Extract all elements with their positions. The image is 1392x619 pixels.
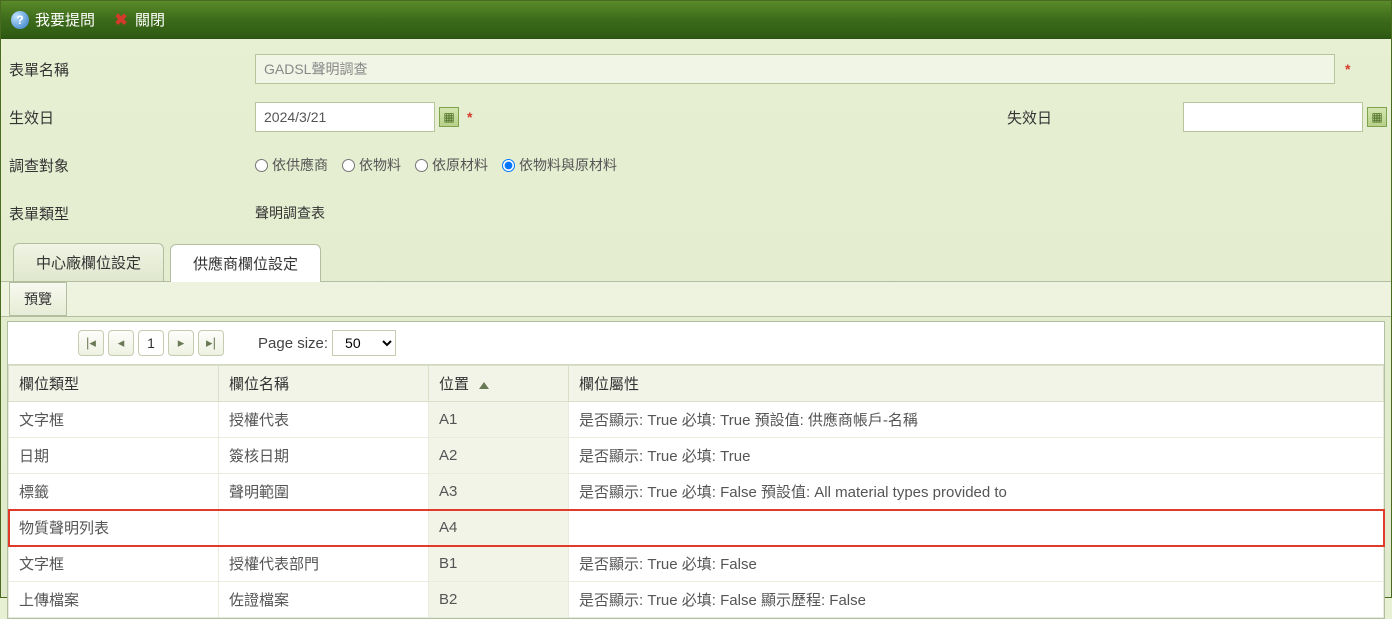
target-label: 調查對象 xyxy=(5,155,255,176)
col-header-pos[interactable]: 位置 xyxy=(429,366,569,402)
help-icon: ? xyxy=(11,11,29,29)
cell-pos: A4 xyxy=(429,510,569,546)
target-radio-input[interactable] xyxy=(415,159,428,172)
col-header-pos-label: 位置 xyxy=(439,376,469,393)
calendar-icon[interactable]: ▦ xyxy=(439,107,459,127)
pager-next-button[interactable]: ▸ xyxy=(168,330,194,356)
cell-type: 上傳檔案 xyxy=(9,582,219,618)
cell-attr: 是否顯示: True 必填: True 預設值: 供應商帳戶-名稱 xyxy=(569,402,1384,438)
target-radio-option[interactable]: 依物料與原材料 xyxy=(502,155,617,175)
target-radio-option[interactable]: 依供應商 xyxy=(255,155,328,175)
page-size-label: Page size: xyxy=(258,335,328,352)
close-button[interactable]: ✖ 關閉 xyxy=(113,9,165,30)
target-radio-label: 依供應商 xyxy=(272,155,328,175)
effective-date-label: 生效日 xyxy=(5,107,255,128)
cell-attr xyxy=(569,510,1384,546)
ask-button[interactable]: ? 我要提問 xyxy=(11,9,95,30)
calendar-icon[interactable]: ▦ xyxy=(1367,107,1387,127)
cell-attr: 是否顯示: True 必填: False 預設值: All material t… xyxy=(569,474,1384,510)
form-name-label: 表單名稱 xyxy=(5,59,255,80)
required-mark: * xyxy=(1341,61,1350,77)
sort-asc-icon xyxy=(479,382,489,389)
target-radio-group: 依供應商 依物料 依原材料 依物料與原材料 xyxy=(255,155,617,175)
tabs: 中心廠欄位設定 供應商欄位設定 xyxy=(1,243,1391,282)
target-radio-label: 依原材料 xyxy=(432,155,488,175)
grid-table: 欄位類型 欄位名稱 位置 欄位屬性 文字框授權代表A1是否顯示: True 必填… xyxy=(8,365,1384,618)
subtabs: 預覽 xyxy=(1,282,1391,317)
cell-name xyxy=(219,510,429,546)
required-mark: * xyxy=(463,109,472,125)
target-radio-input[interactable] xyxy=(255,159,268,172)
cell-name: 簽核日期 xyxy=(219,438,429,474)
cell-type: 日期 xyxy=(9,438,219,474)
cell-pos: B1 xyxy=(429,546,569,582)
target-radio-label: 依物料 xyxy=(359,155,401,175)
cell-type: 文字框 xyxy=(9,546,219,582)
target-radio-option[interactable]: 依物料 xyxy=(342,155,401,175)
form-type-label: 表單類型 xyxy=(5,203,255,224)
col-header-type[interactable]: 欄位類型 xyxy=(9,366,219,402)
cell-type: 物質聲明列表 xyxy=(9,510,219,546)
pager-prev-button[interactable]: ◂ xyxy=(108,330,134,356)
cell-name: 授權代表部門 xyxy=(219,546,429,582)
close-icon: ✖ xyxy=(113,12,129,28)
col-header-attr[interactable]: 欄位屬性 xyxy=(569,366,1384,402)
tab-supplier[interactable]: 供應商欄位設定 xyxy=(170,244,321,282)
table-row[interactable]: 文字框授權代表部門B1是否顯示: True 必填: False xyxy=(9,546,1384,582)
cell-attr: 是否顯示: True 必填: False 顯示歷程: False xyxy=(569,582,1384,618)
target-radio-input[interactable] xyxy=(502,159,515,172)
cell-name: 授權代表 xyxy=(219,402,429,438)
col-header-name[interactable]: 欄位名稱 xyxy=(219,366,429,402)
pager-page-number[interactable]: 1 xyxy=(138,330,164,356)
table-row[interactable]: 標籤聲明範圍A3是否顯示: True 必填: False 預設值: All ma… xyxy=(9,474,1384,510)
form-type-value: 聲明調查表 xyxy=(255,203,325,223)
target-radio-option[interactable]: 依原材料 xyxy=(415,155,488,175)
effective-date-input[interactable] xyxy=(255,102,435,132)
cell-pos: B2 xyxy=(429,582,569,618)
pager-last-button[interactable]: ▸| xyxy=(198,330,224,356)
target-radio-input[interactable] xyxy=(342,159,355,172)
cell-pos: A3 xyxy=(429,474,569,510)
tab-center[interactable]: 中心廠欄位設定 xyxy=(13,243,164,281)
form-name-input[interactable] xyxy=(255,54,1335,84)
cell-pos: A2 xyxy=(429,438,569,474)
cell-attr: 是否顯示: True 必填: True xyxy=(569,438,1384,474)
expire-date-input[interactable] xyxy=(1183,102,1363,132)
cell-type: 文字框 xyxy=(9,402,219,438)
table-row[interactable]: 物質聲明列表 A4 xyxy=(9,510,1384,546)
table-row[interactable]: 上傳檔案佐證檔案B2是否顯示: True 必填: False 顯示歷程: Fal… xyxy=(9,582,1384,618)
subtab-preview[interactable]: 預覽 xyxy=(9,282,67,316)
table-row[interactable]: 日期簽核日期A2是否顯示: True 必填: True xyxy=(9,438,1384,474)
target-radio-label: 依物料與原材料 xyxy=(519,155,617,175)
cell-attr: 是否顯示: True 必填: False xyxy=(569,546,1384,582)
close-label: 關閉 xyxy=(135,9,165,30)
cell-type: 標籤 xyxy=(9,474,219,510)
cell-name: 聲明範圍 xyxy=(219,474,429,510)
pager-first-button[interactable]: |◂ xyxy=(78,330,104,356)
table-row[interactable]: 文字框授權代表A1是否顯示: True 必填: True 預設值: 供應商帳戶-… xyxy=(9,402,1384,438)
ask-label: 我要提問 xyxy=(35,9,95,30)
expire-date-label: 失效日 xyxy=(997,107,1177,128)
top-toolbar: ? 我要提問 ✖ 關閉 xyxy=(1,1,1391,39)
cell-name: 佐證檔案 xyxy=(219,582,429,618)
page-size-select[interactable]: 50 xyxy=(332,330,396,356)
cell-pos: A1 xyxy=(429,402,569,438)
pager: |◂ ◂ 1 ▸ ▸| Page size: 50 xyxy=(8,322,1384,365)
